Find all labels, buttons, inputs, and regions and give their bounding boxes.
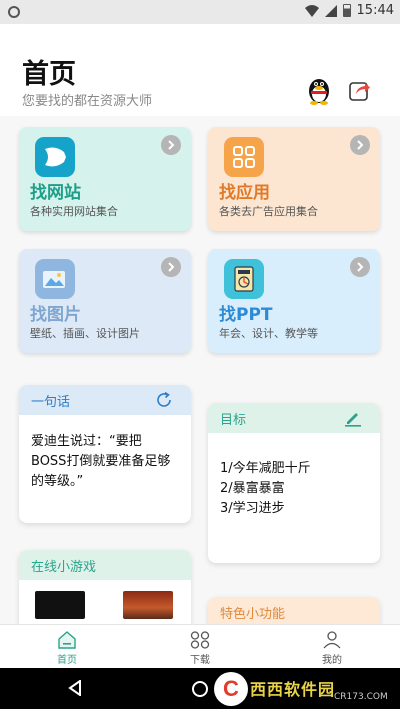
tile-title: 找图片: [30, 305, 81, 325]
battery-icon: [342, 4, 351, 17]
tile-description: 各种实用网站集合: [30, 205, 118, 218]
chevron-right-icon: [161, 135, 181, 155]
tab-label: 我的: [322, 655, 342, 666]
chevron-right-icon: [350, 135, 370, 155]
apps-grid-icon: [224, 137, 264, 177]
tab-home[interactable]: 首页: [37, 629, 97, 667]
goal-card-title: 目标: [220, 412, 247, 428]
tile-title: 找PPT: [219, 305, 273, 325]
tile-apps[interactable]: 找应用 各类去广告应用集合: [208, 127, 380, 231]
tab-mine[interactable]: 我的: [302, 629, 362, 667]
tile-description: 各类去广告应用集合: [219, 205, 318, 218]
tab-label: 首页: [57, 655, 77, 666]
game-thumbnail[interactable]: [123, 591, 173, 619]
quote-card: 一句话 爱迪生说过：“要把BOSS打倒就要准备足够的等级。”: [19, 385, 191, 523]
status-bar: 15:44: [0, 0, 400, 24]
features-card: 特色小功能: [208, 597, 380, 624]
share-icon[interactable]: [348, 78, 372, 102]
goal-item: 3/学习进步: [220, 501, 285, 516]
wifi-icon: [304, 4, 319, 17]
goal-item: 1/今年减肥十斤: [220, 461, 311, 476]
tile-websites[interactable]: 找网站 各种实用网站集合: [19, 127, 191, 231]
tile-description: 壁纸、插画、设计图片: [30, 327, 140, 340]
watermark-logo: C 西西软件园 CR173.COM: [214, 672, 388, 706]
goal-item: 2/暴富暴富: [220, 481, 285, 496]
tile-description: 年会、设计、教学等: [219, 327, 318, 340]
goal-card: 目标 1/今年减肥十斤 2/暴富暴富 3/学习进步: [208, 403, 380, 563]
bottom-tab-bar: 首页 下载 我的: [0, 624, 400, 668]
tile-title: 找应用: [219, 183, 270, 203]
page-header: 首页 您要找的都在资源大师: [0, 24, 400, 116]
watermark-text: 西西软件园: [250, 680, 336, 699]
home-icon: [58, 631, 76, 649]
chevron-right-icon: [161, 257, 181, 277]
games-card: 在线小游戏: [19, 550, 191, 624]
watermark-url: CR173.COM: [334, 692, 388, 702]
download-grid-icon: [190, 631, 210, 649]
qq-penguin-icon[interactable]: [306, 75, 332, 105]
edit-pencil-icon[interactable]: [344, 409, 362, 427]
ppt-document-icon: [224, 259, 264, 299]
refresh-icon[interactable]: [155, 391, 173, 409]
notification-icon: [8, 6, 20, 18]
game-thumbnail[interactable]: [35, 591, 85, 619]
quote-text: 爱迪生说过：“要把BOSS打倒就要准备足够的等级。”: [31, 434, 171, 489]
browser-icon: [35, 137, 75, 177]
tile-title: 找网站: [30, 183, 81, 203]
tab-download[interactable]: 下载: [170, 629, 230, 667]
watermark-logo-mark: C: [214, 672, 248, 706]
back-icon[interactable]: [68, 680, 82, 696]
games-card-title: 在线小游戏: [31, 559, 97, 575]
user-icon: [323, 631, 341, 649]
page-subtitle: 您要找的都在资源大师: [22, 94, 153, 109]
page-title: 首页: [22, 59, 76, 90]
home-content: 找网站 各种实用网站集合 找应用 各类去广告应用集合 找图片 壁纸、插画、设计图…: [0, 116, 400, 624]
signal-icon: [324, 4, 337, 17]
tab-label: 下载: [190, 655, 210, 666]
tile-ppt[interactable]: 找PPT 年会、设计、教学等: [208, 249, 380, 353]
system-nav-bar: C 西西软件园 CR173.COM: [0, 668, 400, 709]
chevron-right-icon: [350, 257, 370, 277]
home-button-icon[interactable]: [192, 681, 208, 697]
picture-icon: [35, 259, 75, 299]
quote-card-title: 一句话: [31, 394, 71, 410]
status-time: 15:44: [356, 3, 394, 18]
features-card-title: 特色小功能: [220, 606, 286, 622]
tile-images[interactable]: 找图片 壁纸、插画、设计图片: [19, 249, 191, 353]
